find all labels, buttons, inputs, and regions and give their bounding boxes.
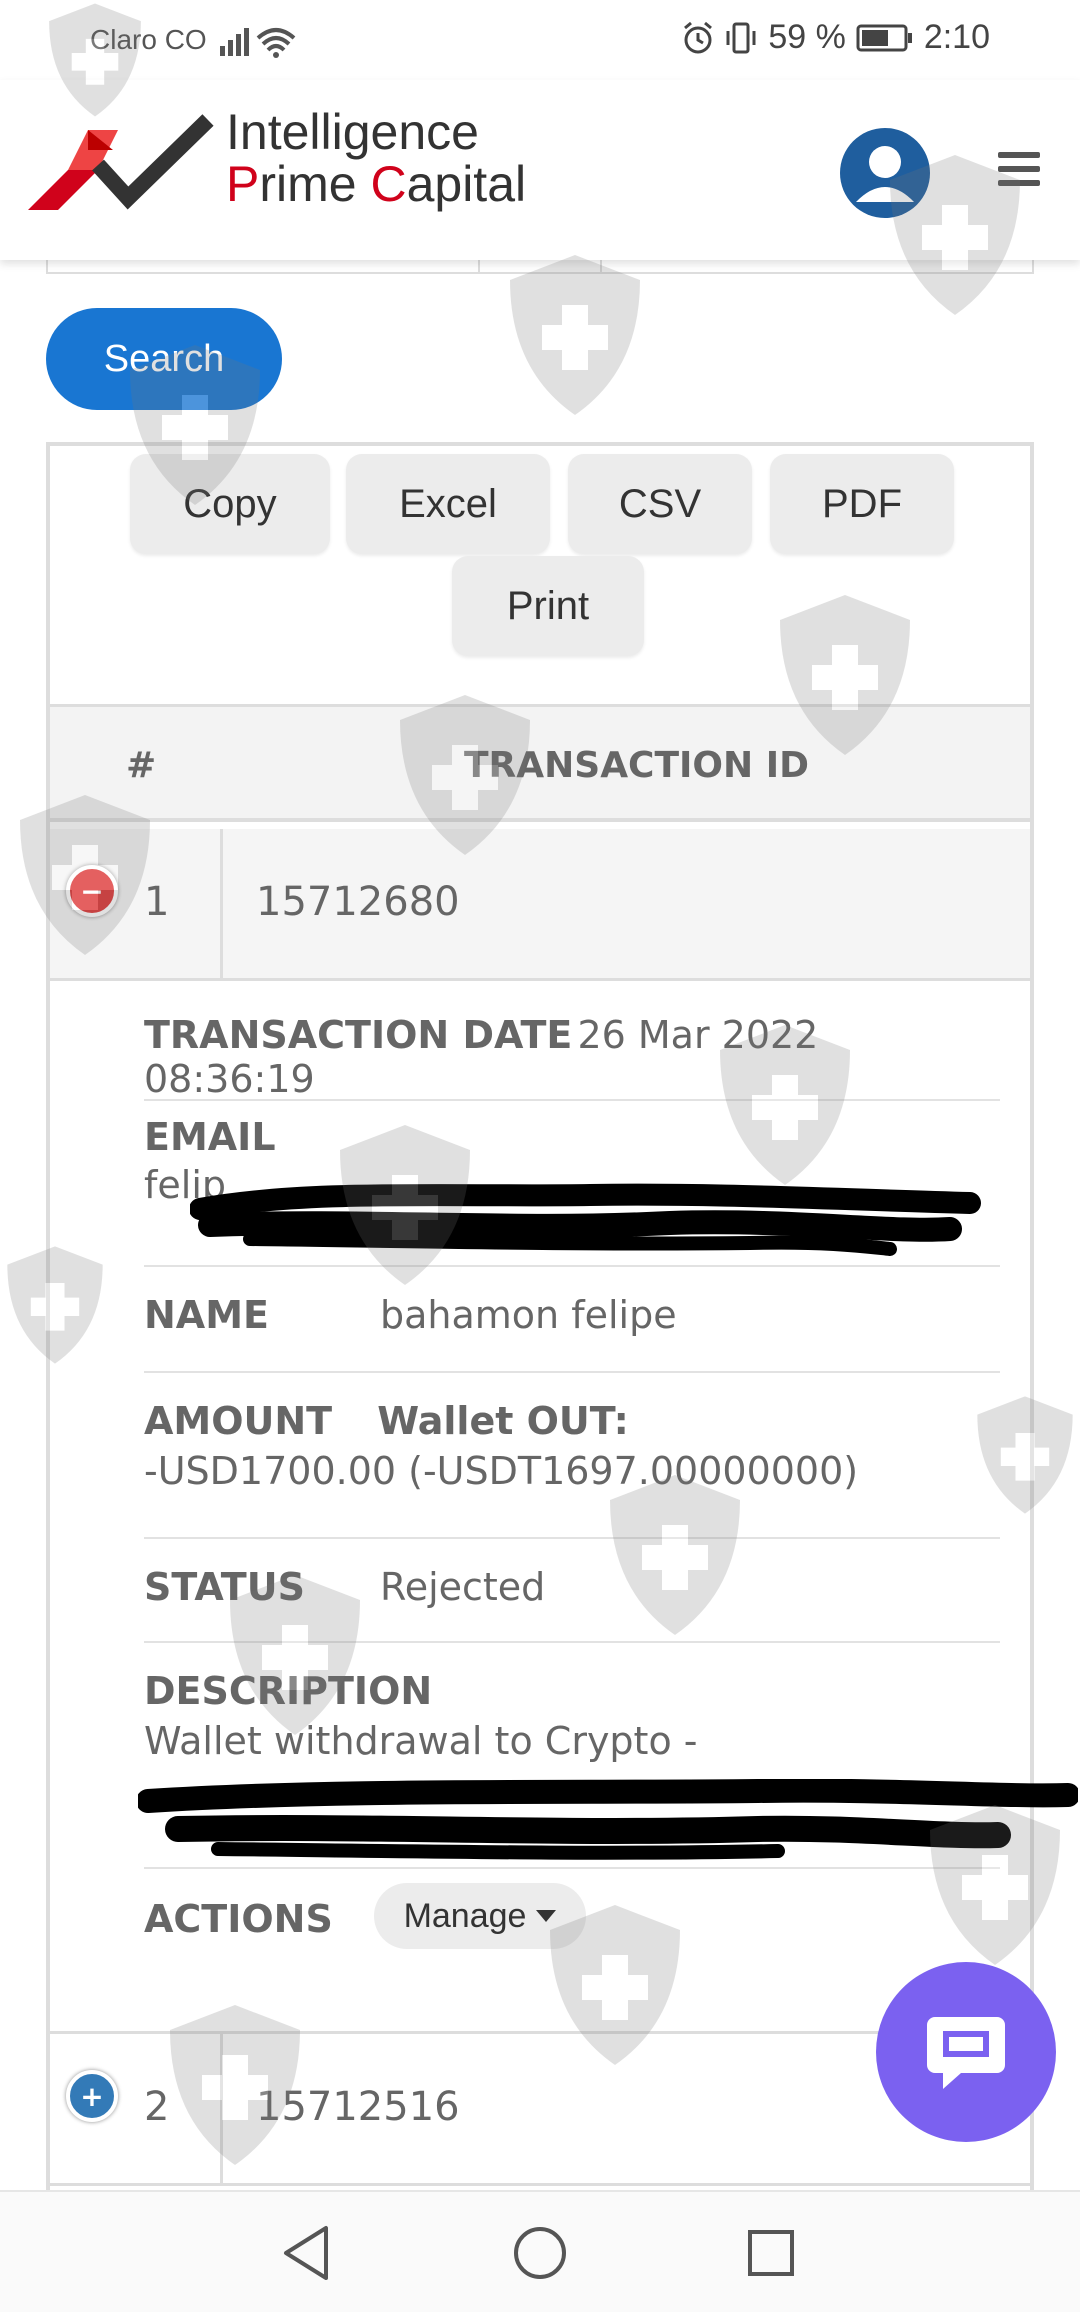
- row-number: 2: [144, 2084, 170, 2130]
- recents-icon[interactable]: [740, 2222, 802, 2284]
- detail-transaction-date: TRANSACTION DATE 26 Mar 2022 08:36:19: [144, 997, 1000, 1101]
- detail-email: EMAIL felip: [144, 1101, 1000, 1267]
- logo-icon: [28, 114, 214, 210]
- manage-dropdown-button[interactable]: Manage: [374, 1883, 586, 1949]
- redaction-scribble: [138, 1779, 1078, 1860]
- detail-actions: ACTIONS Manage: [144, 1869, 1000, 1999]
- amount-wallet-label: Wallet OUT:: [377, 1399, 629, 1443]
- search-button[interactable]: Search: [46, 308, 282, 410]
- table-header: # TRANSACTION ID: [50, 704, 1030, 822]
- system-nav-bar: [0, 2190, 1080, 2312]
- name-value: bahamon felipe: [380, 1293, 677, 1337]
- manage-label: Manage: [403, 1896, 527, 1935]
- amount-value: -USD1700.00 (-USDT1697.00000000): [144, 1449, 859, 1493]
- print-button[interactable]: Print: [452, 556, 644, 656]
- transaction-date-label: TRANSACTION DATE: [144, 1013, 573, 1057]
- transaction-id: 15712516: [256, 2084, 460, 2130]
- detail-name: NAME bahamon felipe: [144, 1267, 1000, 1373]
- table-row[interactable]: − 1 15712680: [50, 829, 1030, 981]
- row-details: TRANSACTION DATE 26 Mar 2022 08:36:19 EM…: [50, 981, 1078, 2011]
- csv-button[interactable]: CSV: [568, 454, 752, 554]
- name-label: NAME: [144, 1293, 269, 1337]
- col-transaction-id-header[interactable]: TRANSACTION ID: [464, 745, 809, 786]
- back-icon[interactable]: [276, 2222, 338, 2284]
- battery-icon: [856, 24, 912, 51]
- status-bar: Claro CO 59 % 2:10: [0, 0, 1080, 80]
- email-label: EMAIL: [144, 1115, 276, 1159]
- battery-percent: 59 %: [768, 18, 846, 56]
- hamburger-icon[interactable]: [998, 152, 1040, 194]
- brand-line-1: Intelligence: [226, 104, 479, 160]
- carrier-name: Claro CO: [90, 24, 207, 55]
- vibrate-icon: [726, 22, 756, 53]
- user-avatar-icon[interactable]: [840, 128, 930, 218]
- col-number-header[interactable]: #: [126, 745, 156, 786]
- detail-status: STATUS Rejected: [144, 1539, 1000, 1643]
- detail-description: DESCRIPTION Wallet withdrawal to Crypto …: [138, 1643, 1078, 1869]
- signal-wifi-icon: [220, 28, 296, 58]
- brand-line-2: Prime Capital: [226, 156, 527, 212]
- description-label: DESCRIPTION: [144, 1669, 433, 1713]
- watermark-shield-icon: [510, 255, 640, 415]
- transaction-id: 15712680: [256, 879, 460, 925]
- status-right: 59 % 2:10: [682, 18, 990, 57]
- clock: 2:10: [923, 18, 990, 56]
- chat-icon: [927, 2017, 1005, 2089]
- row-divider: [50, 2183, 1030, 2186]
- home-icon[interactable]: [509, 2222, 571, 2284]
- amount-label: AMOUNT: [144, 1399, 333, 1443]
- chat-button[interactable]: [876, 1962, 1056, 2142]
- status-value: Rejected: [380, 1565, 546, 1609]
- alarm-icon: [684, 21, 713, 53]
- copy-button[interactable]: Copy: [130, 454, 330, 554]
- brand-name[interactable]: Intelligence Prime Capital: [226, 106, 526, 210]
- row-number: 1: [144, 879, 170, 925]
- app-header: Intelligence Prime Capital: [0, 80, 1080, 260]
- actions-label: ACTIONS: [144, 1897, 333, 1941]
- email-value: felip: [144, 1163, 226, 1207]
- caret-down-icon: [536, 1910, 557, 1922]
- detail-amount: AMOUNT Wallet OUT: -USD1700.00 (-USDT169…: [144, 1373, 1000, 1539]
- pdf-button[interactable]: PDF: [770, 454, 954, 554]
- status-label: STATUS: [144, 1565, 305, 1609]
- excel-button[interactable]: Excel: [346, 454, 550, 554]
- expand-row-icon[interactable]: +: [66, 2070, 118, 2122]
- collapse-row-icon[interactable]: −: [66, 865, 118, 917]
- description-value: Wallet withdrawal to Crypto -: [144, 1719, 698, 1763]
